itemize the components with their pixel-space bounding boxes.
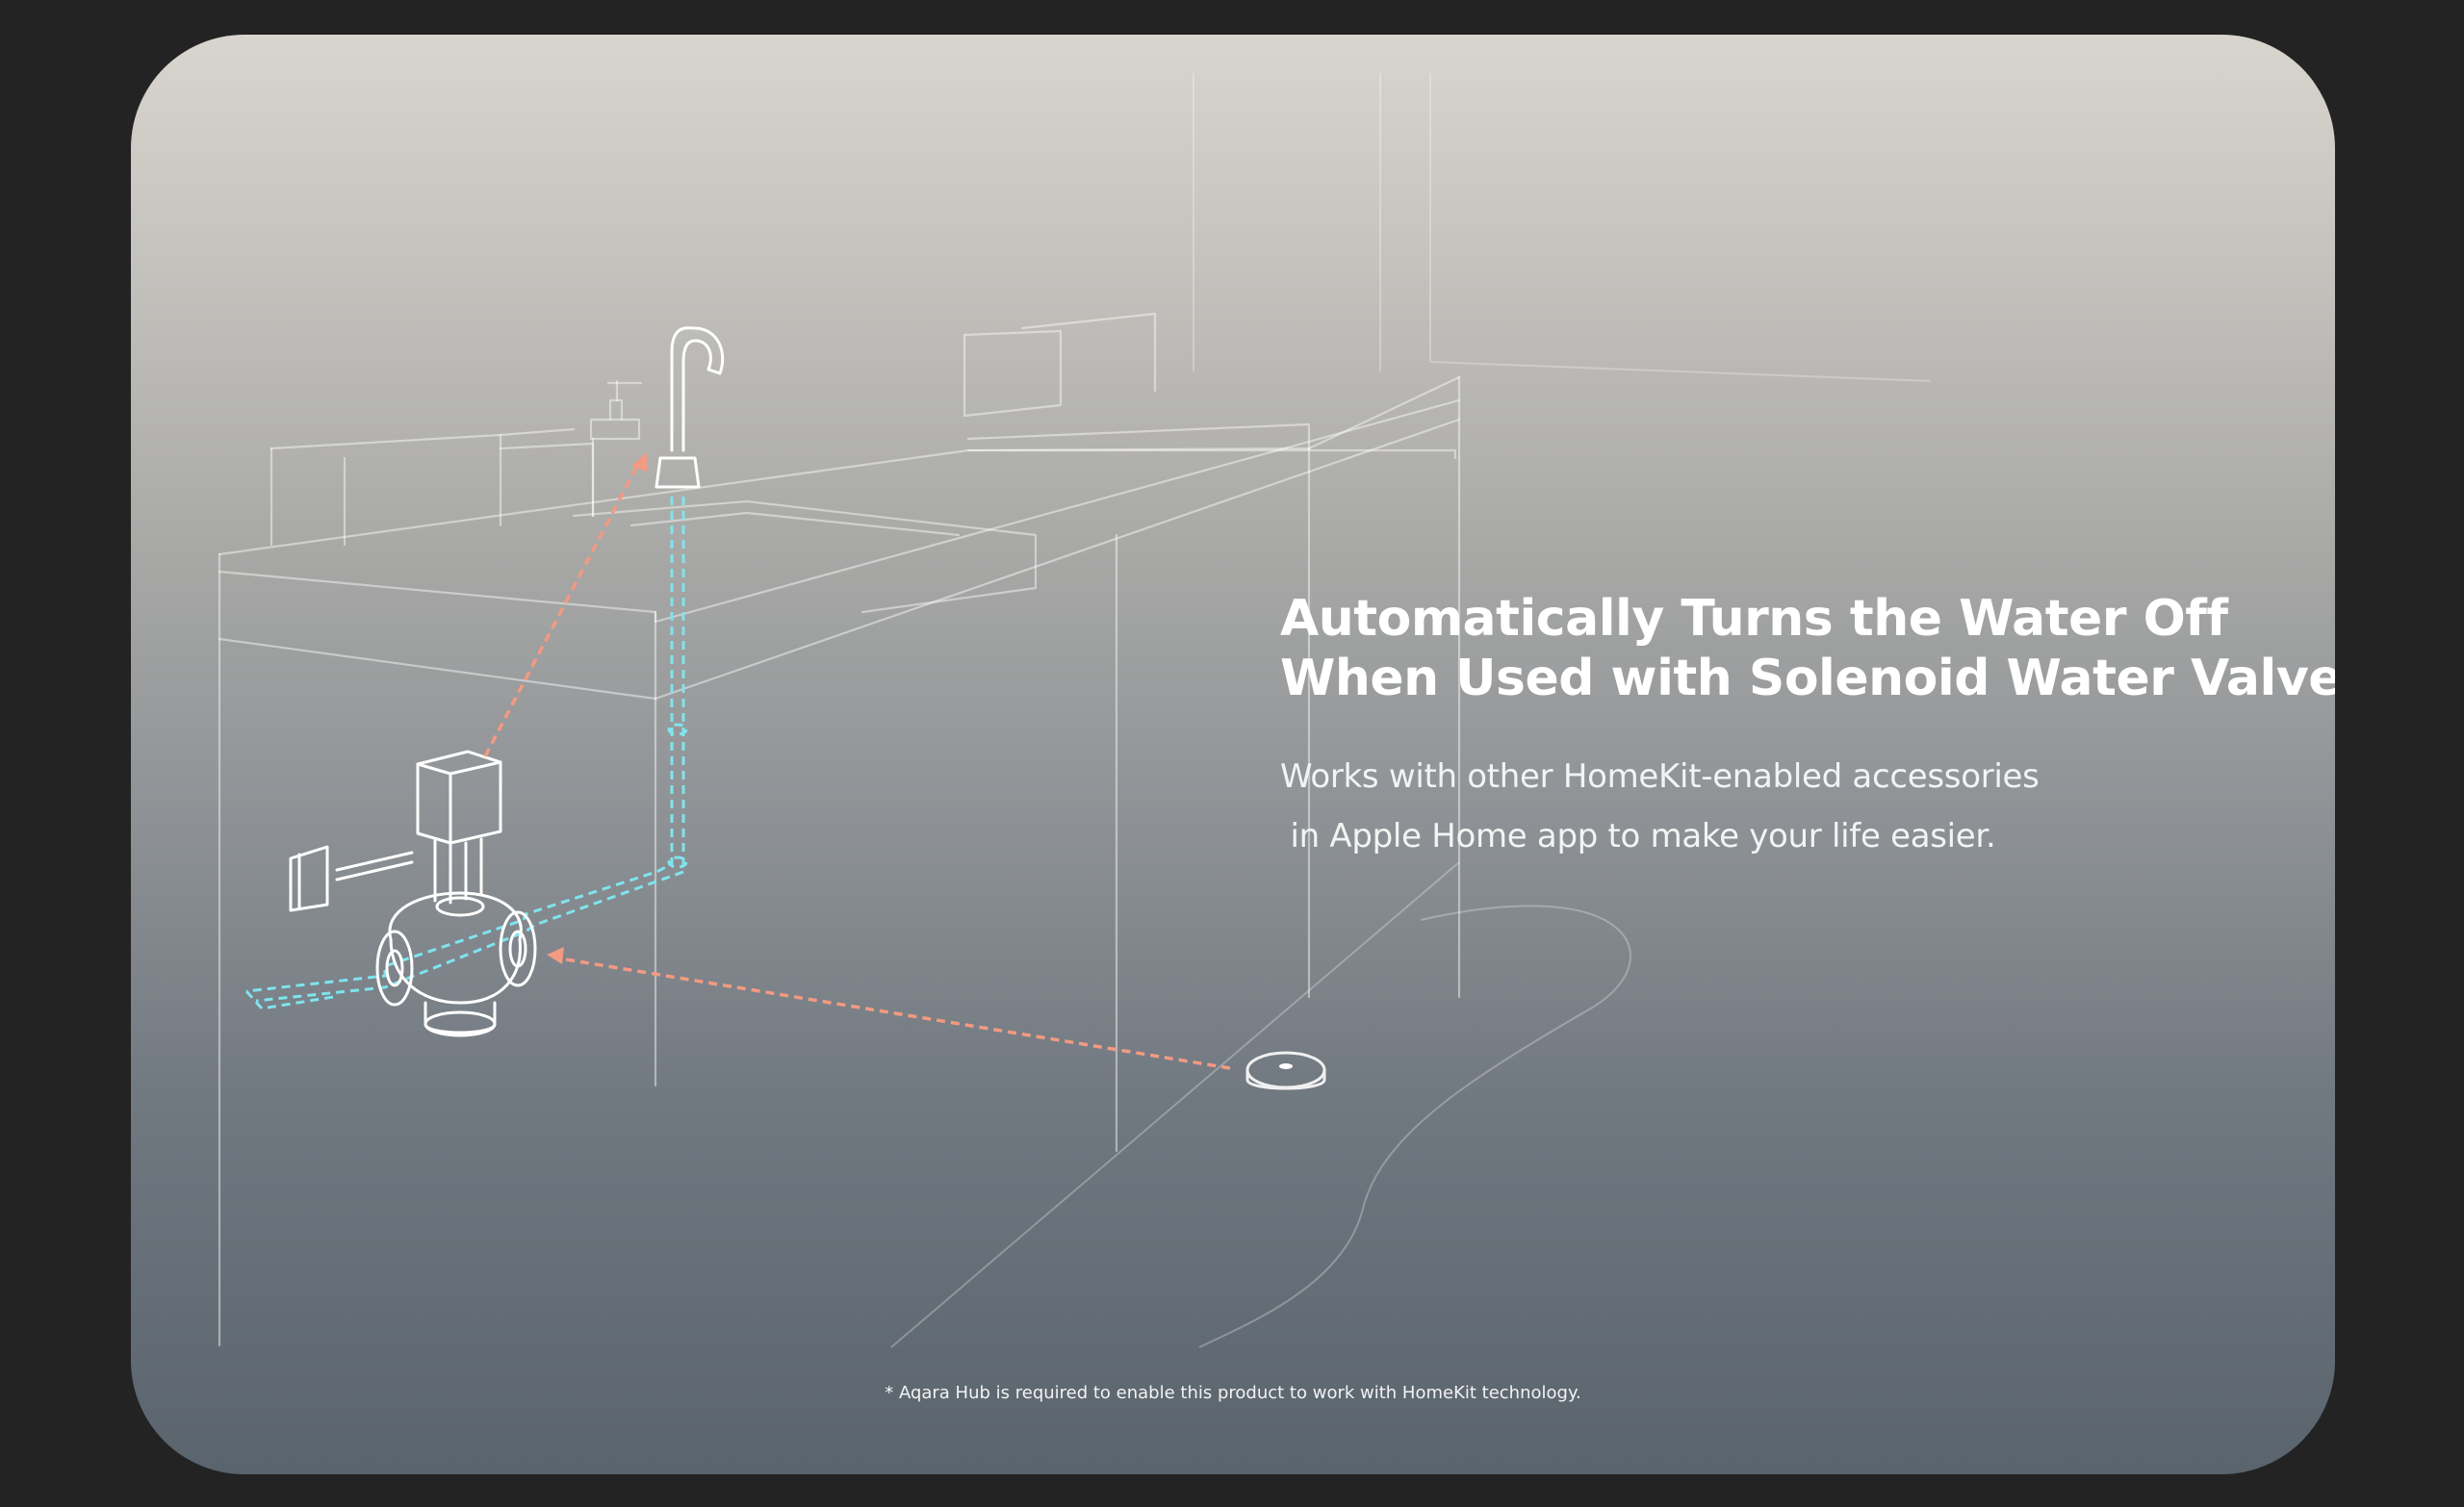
headline: Automatically Turns the Water Off When U… (1280, 589, 2335, 708)
soap-dispenser-icon (589, 379, 643, 518)
wall-lines (1193, 73, 1932, 382)
floor-lines (890, 861, 1631, 1348)
headline-line-1: Automatically Turns the Water Off (1280, 590, 2228, 648)
footnote: * Aqara Hub is required to enable this p… (885, 1383, 1581, 1403)
faucet-icon (654, 326, 725, 489)
subtext: Works with other HomeKit-enabled accesso… (1280, 747, 2146, 866)
headline-line-2: When Used with Solenoid Water Valve (1280, 650, 2335, 707)
signal-arrow-sensor-to-valve (547, 947, 1231, 1070)
promo-card: Automatically Turns the Water Off When U… (131, 35, 2335, 1474)
subtext-line-2: in Apple Home app to make your life easi… (1280, 817, 1996, 856)
water-leak-sensor-icon (1245, 1051, 1326, 1090)
subtext-line-1: Works with other HomeKit-enabled accesso… (1280, 757, 2040, 796)
vanity-cabinet (218, 312, 1461, 1347)
